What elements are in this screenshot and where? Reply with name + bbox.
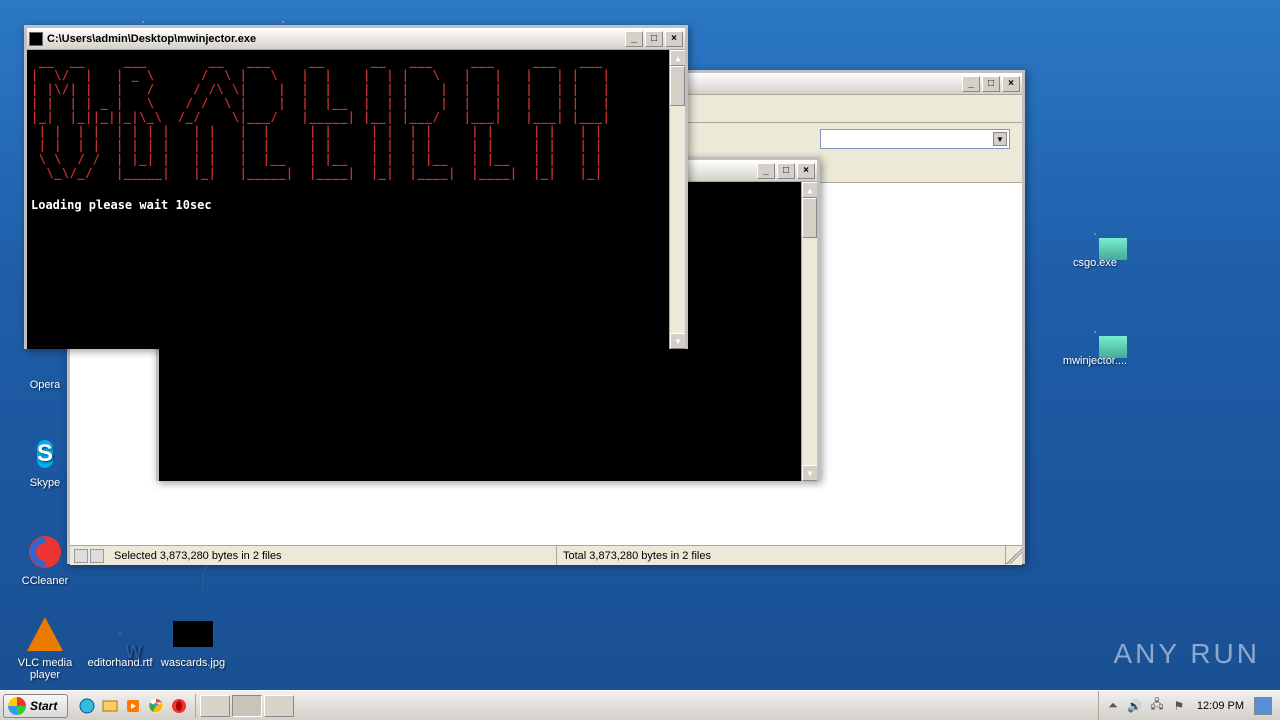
console1-title: C:\Users\admin\Desktop\mwinjector.exe: [47, 33, 625, 45]
fm-view-icon[interactable]: [74, 549, 88, 563]
watermark: ANY RUN: [1113, 638, 1260, 670]
explorer-icon[interactable]: [100, 696, 120, 716]
fm-status-total: Total 3,873,280 bytes in 2 files: [557, 546, 1006, 565]
chrome-icon[interactable]: [146, 696, 166, 716]
desktop-icon-mwinjector-[interactable]: mwinjector....: [1060, 312, 1130, 367]
maximize-button[interactable]: □: [982, 76, 1000, 92]
close-button[interactable]: ×: [665, 31, 683, 47]
system-tray: ⏶ 🔊 🖧 ⚑ 12:09 PM: [1098, 691, 1280, 720]
skype-icon: S: [37, 440, 53, 468]
desktop-icon-wascards-jpg[interactable]: wascards.jpg: [158, 614, 228, 669]
task-button[interactable]: [264, 695, 294, 717]
flag-icon[interactable]: ⚑: [1171, 698, 1187, 714]
quick-launch: [71, 694, 196, 718]
fm-path-dropdown[interactable]: ▼: [820, 129, 1010, 149]
tray-expand-icon[interactable]: ⏶: [1105, 698, 1121, 714]
desktop-icon-editorhand-rtf[interactable]: editorhand.rtf: [85, 614, 155, 669]
black-icon: [173, 621, 213, 647]
maximize-button[interactable]: □: [777, 163, 795, 179]
desktop-icon-vlc-media-player[interactable]: VLC media player: [10, 614, 80, 681]
windows-logo-icon: [8, 697, 26, 715]
task-button[interactable]: [200, 695, 230, 717]
scroll-up-button[interactable]: ▲: [802, 182, 817, 198]
console1-titlebar[interactable]: C:\Users\admin\Desktop\mwinjector.exe _ …: [27, 28, 685, 50]
ie-icon[interactable]: [77, 696, 97, 716]
scroll-thumb[interactable]: [670, 66, 685, 106]
task-buttons: [196, 695, 1098, 717]
exe-icon: [1094, 233, 1096, 235]
desktop-icon-label: CCleaner: [22, 575, 68, 587]
show-desktop-button[interactable]: [1254, 697, 1272, 715]
minimize-button[interactable]: _: [757, 163, 775, 179]
txt-icon: [142, 21, 144, 23]
vertical-scrollbar[interactable]: ▲ ▼: [669, 50, 685, 349]
minimize-button[interactable]: _: [962, 76, 980, 92]
desktop-icon-label: Skype: [30, 477, 61, 489]
fm-status-bar: Selected 3,873,280 bytes in 2 files Tota…: [70, 545, 1022, 565]
scroll-thumb[interactable]: [802, 198, 817, 238]
resize-grip[interactable]: [1006, 548, 1022, 564]
desktop-icon-label: VLC media player: [10, 657, 80, 681]
desktop-icon-label: editorhand.rtf: [88, 657, 153, 669]
fm-view-icon[interactable]: [90, 549, 104, 563]
vlc-icon: [27, 617, 63, 651]
desktop-icon-label: wascards.jpg: [161, 657, 225, 669]
maximize-button[interactable]: □: [645, 31, 663, 47]
close-button[interactable]: ×: [797, 163, 815, 179]
fm-status-selected: Selected 3,873,280 bytes in 2 files: [108, 546, 557, 565]
console-icon: [29, 32, 43, 46]
scroll-down-button[interactable]: ▼: [670, 333, 685, 349]
console-window-1[interactable]: C:\Users\admin\Desktop\mwinjector.exe _ …: [24, 25, 688, 349]
start-label: Start: [30, 699, 57, 713]
console-loading-message: Loading please wait 10sec: [31, 198, 681, 212]
word-icon: [119, 633, 121, 635]
console-ascii-art: __ __ ___ __ ___ __ __ ___ ___ ___ ___ |…: [31, 54, 681, 180]
txt-icon: [282, 21, 284, 23]
start-button[interactable]: Start: [3, 694, 68, 718]
taskbar: Start ⏶ 🔊 🖧 ⚑ 12:09 PM: [0, 690, 1280, 720]
minimize-button[interactable]: _: [625, 31, 643, 47]
media-player-icon[interactable]: [123, 696, 143, 716]
close-button[interactable]: ×: [1002, 76, 1020, 92]
taskbar-clock[interactable]: 12:09 PM: [1193, 700, 1248, 712]
opera-ql-icon[interactable]: [169, 696, 189, 716]
volume-icon[interactable]: 🔊: [1127, 698, 1143, 714]
watermark-text: ANY RUN: [1113, 638, 1260, 670]
task-button[interactable]: [232, 695, 262, 717]
network-icon[interactable]: 🖧: [1149, 698, 1165, 714]
desktop-icon-csgo-exe[interactable]: csgo.exe: [1060, 214, 1130, 269]
dropdown-arrow-icon[interactable]: ▼: [993, 132, 1007, 146]
exe-icon: [1094, 331, 1096, 333]
ccleaner-icon: [25, 532, 65, 572]
scroll-up-button[interactable]: ▲: [670, 50, 685, 66]
desktop-icon-label: Opera: [30, 379, 61, 391]
vertical-scrollbar[interactable]: ▲ ▼: [801, 182, 817, 481]
scroll-down-button[interactable]: ▼: [802, 465, 817, 481]
